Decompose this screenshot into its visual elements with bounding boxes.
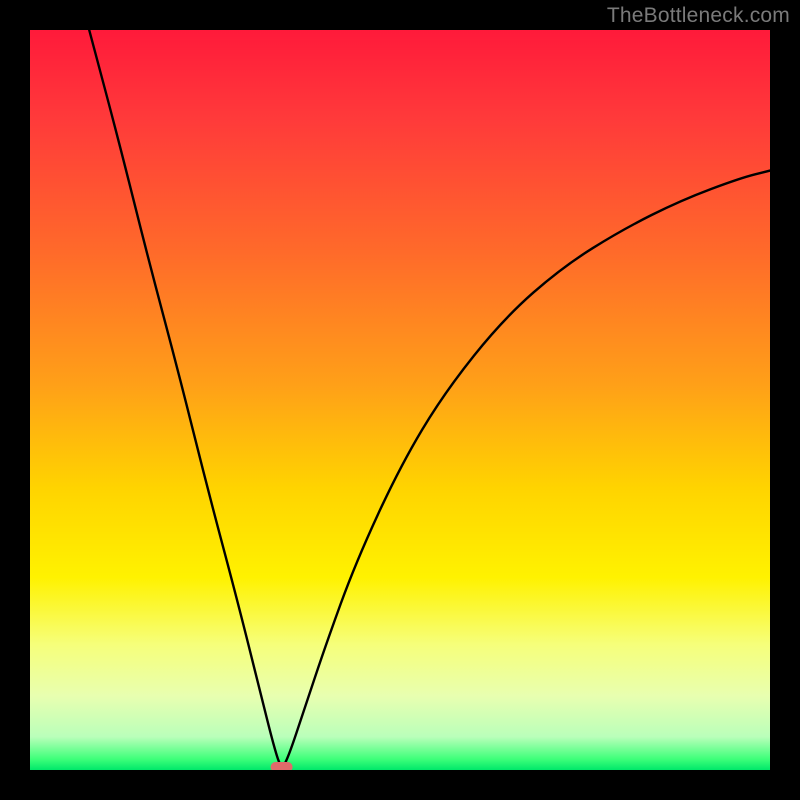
bottleneck-chart — [30, 30, 770, 770]
optimal-marker — [271, 762, 293, 770]
chart-svg — [30, 30, 770, 770]
gradient-background — [30, 30, 770, 770]
watermark-text: TheBottleneck.com — [607, 4, 790, 28]
chart-frame: TheBottleneck.com — [0, 0, 800, 800]
